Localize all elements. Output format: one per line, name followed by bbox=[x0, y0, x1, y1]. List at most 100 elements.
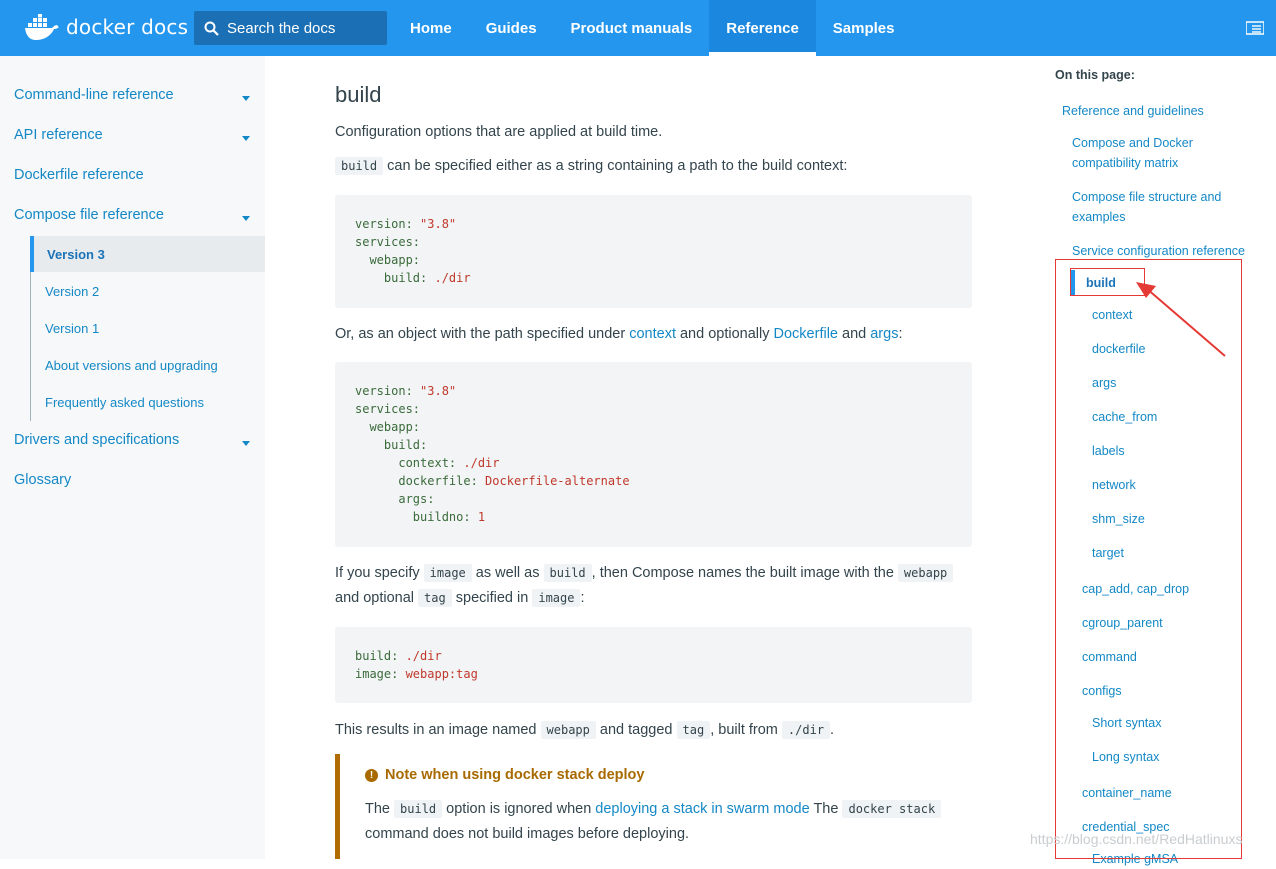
inline-code: build bbox=[335, 157, 384, 175]
link-deploy-stack[interactable]: deploying a stack in swarm mode bbox=[595, 801, 809, 817]
code-line: build: ./dir bbox=[355, 647, 952, 665]
link-context[interactable]: context bbox=[629, 326, 676, 342]
sidebar-item-drivers[interactable]: Drivers and specifications bbox=[14, 432, 179, 448]
paragraph: and optional tag specified in image: bbox=[335, 586, 585, 611]
code-line: dockerfile: Dockerfile-alternate bbox=[355, 472, 952, 490]
page-title: build bbox=[335, 82, 382, 107]
docker-whale-icon bbox=[25, 14, 59, 40]
left-sidebar: Command-line reference API reference Doc… bbox=[0, 56, 265, 859]
sidebar-subitem-label: Version 3 bbox=[47, 247, 105, 262]
code-key: build: bbox=[355, 438, 428, 452]
chevron-down-icon[interactable] bbox=[242, 216, 250, 221]
code-key: version: bbox=[355, 217, 413, 231]
nav-guides[interactable]: Guides bbox=[469, 0, 554, 56]
code-value: webapp:tag bbox=[398, 667, 478, 681]
inline-code: tag bbox=[418, 589, 452, 607]
sidebar-subitem-about-versions[interactable]: About versions and upgrading bbox=[45, 358, 218, 373]
code-value: ./dir bbox=[456, 456, 500, 470]
inline-code: ./dir bbox=[781, 721, 831, 739]
paragraph-text: This results in an image named bbox=[335, 722, 541, 738]
warning-note: ! Note when using docker stack deploy Th… bbox=[335, 754, 972, 859]
code-key: services: bbox=[355, 402, 421, 416]
code-key: context: bbox=[355, 456, 457, 470]
code-line: version: "3.8" bbox=[355, 382, 952, 400]
sidebar-subitem-faq[interactable]: Frequently asked questions bbox=[45, 395, 204, 410]
inline-code: tag bbox=[676, 721, 711, 739]
sidebar-item-api[interactable]: API reference bbox=[14, 127, 103, 143]
nav-reference[interactable]: Reference bbox=[709, 0, 816, 56]
code-key: args: bbox=[355, 492, 435, 506]
code-value: Dockerfile-alternate bbox=[477, 474, 630, 488]
nav-home[interactable]: Home bbox=[393, 0, 469, 56]
search-box[interactable] bbox=[194, 11, 387, 45]
toc-toggle-icon[interactable] bbox=[1246, 20, 1264, 36]
note-text: The build option is ignored when deployi… bbox=[365, 797, 942, 822]
paragraph-text: If you specify bbox=[335, 565, 424, 581]
paragraph-text: as well as bbox=[471, 565, 544, 581]
paragraph-text: option is ignored when bbox=[442, 801, 596, 817]
search-icon bbox=[204, 21, 219, 36]
watermark: https://blog.csdn.net/RedHatlinuxs bbox=[1030, 831, 1243, 847]
paragraph-text: can be specified either as a string cont… bbox=[383, 158, 848, 174]
toc-item-reference-and-guidelines[interactable]: Reference and guidelines bbox=[1062, 101, 1248, 121]
inline-code: build bbox=[394, 800, 443, 818]
code-line: buildno: 1 bbox=[355, 508, 952, 526]
top-navbar: docker docs Home Guides Product manuals … bbox=[0, 0, 1276, 56]
toc-heading: On this page: bbox=[1055, 68, 1135, 82]
link-dockerfile[interactable]: Dockerfile bbox=[774, 326, 838, 342]
sidebar-item-dockerfile[interactable]: Dockerfile reference bbox=[14, 167, 144, 183]
sidebar-subitem-version-3[interactable]: Version 3 bbox=[30, 236, 265, 272]
paragraph: build can be specified either as a strin… bbox=[335, 154, 847, 179]
toc-item-compose-file-structure-and-examples[interactable]: Compose file structure and examples bbox=[1072, 187, 1248, 227]
code-key: image: bbox=[355, 667, 399, 681]
note-title: ! Note when using docker stack deploy bbox=[365, 767, 644, 783]
code-line: image: webapp:tag bbox=[355, 665, 952, 683]
note-title-text: Note when using docker stack deploy bbox=[385, 767, 645, 783]
docker-logo[interactable]: docker docs bbox=[24, 12, 188, 42]
paragraph-text: : bbox=[898, 326, 903, 342]
chevron-down-icon[interactable] bbox=[242, 96, 250, 101]
inline-code: webapp bbox=[540, 721, 596, 739]
exclamation-icon: ! bbox=[365, 768, 378, 782]
code-key: services: bbox=[355, 235, 421, 249]
note-text: command does not build images before dep… bbox=[365, 826, 690, 842]
code-value: "3.8" bbox=[412, 384, 457, 398]
sidebar-subitem-version-2[interactable]: Version 2 bbox=[45, 284, 99, 299]
paragraph: Or, as an object with the path specified… bbox=[335, 322, 902, 347]
main-nav: Home Guides Product manuals Reference Sa… bbox=[393, 0, 912, 56]
sidebar-item-glossary[interactable]: Glossary bbox=[14, 472, 71, 488]
paragraph-text: , built from bbox=[710, 722, 782, 738]
code-value: "3.8" bbox=[412, 217, 457, 231]
code-line: services: bbox=[355, 400, 952, 418]
chevron-down-icon[interactable] bbox=[242, 441, 250, 446]
toc-item-service-configuration-reference[interactable]: Service configuration reference bbox=[1072, 241, 1248, 261]
code-key: version: bbox=[355, 384, 413, 398]
paragraph-text: The bbox=[809, 801, 843, 817]
code-key: build: bbox=[355, 271, 428, 285]
sidebar-subitem-version-1[interactable]: Version 1 bbox=[45, 321, 99, 336]
nav-product-manuals[interactable]: Product manuals bbox=[554, 0, 710, 56]
paragraph-text: and tagged bbox=[595, 722, 677, 738]
code-key: build: bbox=[355, 649, 399, 663]
link-args[interactable]: args bbox=[870, 326, 898, 342]
code-line: build: ./dir bbox=[355, 269, 952, 287]
code-block: build: ./dir image: webapp:tag bbox=[335, 627, 972, 703]
sidebar-item-command-line[interactable]: Command-line reference bbox=[14, 87, 174, 103]
chevron-down-icon[interactable] bbox=[242, 136, 250, 141]
code-line: args: bbox=[355, 490, 952, 508]
sidebar-item-compose[interactable]: Compose file reference bbox=[14, 207, 164, 223]
search-input[interactable] bbox=[227, 19, 377, 37]
nav-samples[interactable]: Samples bbox=[816, 0, 912, 56]
logo-text: docker docs bbox=[66, 15, 189, 39]
toc-item-compose-and-docker-compatibility-matrix[interactable]: Compose and Docker compatibility matrix bbox=[1072, 133, 1248, 173]
intro-paragraph: Configuration options that are applied a… bbox=[335, 124, 663, 140]
inline-code: image bbox=[423, 564, 472, 582]
annotation-arrow-icon bbox=[1136, 282, 1226, 357]
code-key: dockerfile: bbox=[355, 474, 478, 488]
code-key: webapp: bbox=[355, 420, 421, 434]
code-line: webapp: bbox=[355, 251, 952, 269]
paragraph-text: The bbox=[365, 801, 395, 817]
inline-code: build bbox=[543, 564, 592, 582]
inline-code: webapp bbox=[897, 564, 954, 582]
paragraph: This results in an image named webapp an… bbox=[335, 718, 834, 743]
